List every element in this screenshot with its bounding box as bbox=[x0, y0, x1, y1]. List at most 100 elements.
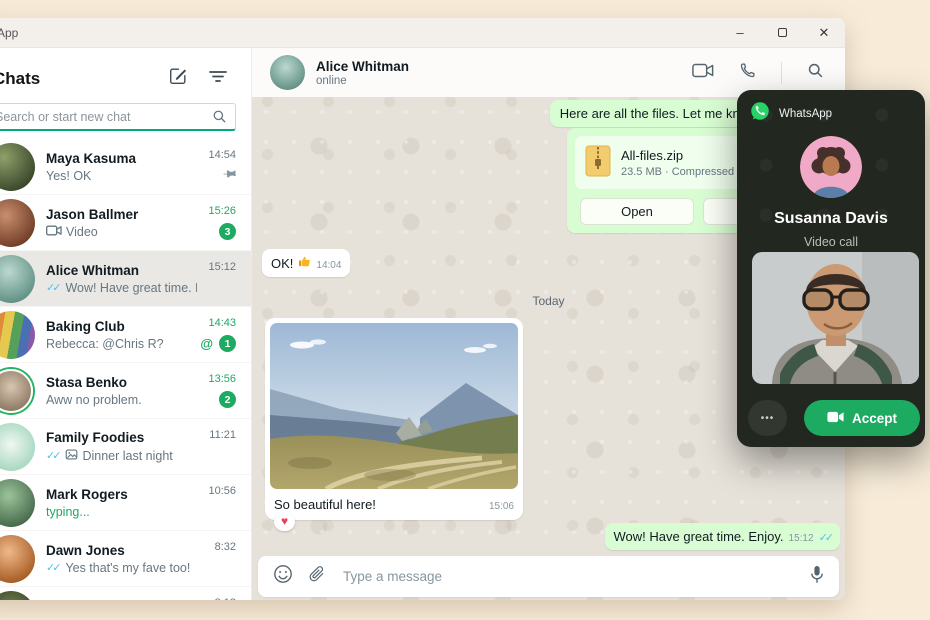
chat-name: Family Foodies bbox=[46, 429, 145, 445]
typing-indicator: typing... bbox=[46, 504, 90, 519]
chat-list-item-maya-kasuma[interactable]: Maya Kasuma Yes! OK 14:54 bbox=[0, 139, 251, 195]
chat-preview: Dinner last night bbox=[82, 448, 173, 463]
read-receipt-icon: ✓✓ bbox=[46, 562, 62, 574]
chat-list-sidebar: Chats Maya Kasuma Yes! OK bbox=[0, 48, 252, 600]
chat-preview: Wow! Have great time. Enjoy. bbox=[65, 280, 197, 295]
avatar bbox=[0, 254, 35, 303]
video-call-icon[interactable] bbox=[692, 63, 714, 83]
chat-name: Dawn Jones bbox=[46, 542, 125, 558]
unread-badge: 3 bbox=[219, 223, 236, 240]
message-composer bbox=[258, 556, 839, 597]
whatsapp-window: WhatsApp – ✕ Chats bbox=[0, 18, 845, 600]
voice-call-icon[interactable] bbox=[739, 62, 756, 84]
call-more-options-button[interactable]: ••• bbox=[748, 400, 787, 436]
close-button[interactable]: ✕ bbox=[803, 18, 845, 47]
avatar-with-status-ring bbox=[0, 368, 33, 413]
chat-name: Jason Ballmer bbox=[46, 206, 139, 222]
accept-call-button[interactable]: Accept bbox=[804, 400, 920, 436]
message-time: 15:12 bbox=[788, 533, 814, 544]
window-controls: – ✕ bbox=[719, 18, 845, 47]
chat-time: 14:54 bbox=[208, 149, 236, 161]
video-preview-icon bbox=[46, 225, 62, 239]
chat-preview: Yes! OK bbox=[46, 168, 92, 183]
chat-time: 14:43 bbox=[208, 317, 236, 329]
popup-app-name: WhatsApp bbox=[779, 107, 833, 120]
pin-icon bbox=[221, 165, 240, 184]
emoji-icon[interactable] bbox=[273, 564, 293, 589]
avatar bbox=[0, 478, 35, 527]
read-receipt-icon: ✓✓ bbox=[818, 532, 835, 544]
attach-icon[interactable] bbox=[308, 565, 326, 588]
mention-icon: @ bbox=[200, 335, 213, 351]
caller-avatar bbox=[800, 136, 862, 198]
contact-status: online bbox=[316, 74, 347, 87]
chat-name: Mark Rogers bbox=[46, 486, 128, 502]
search-icon bbox=[212, 109, 227, 129]
chat-time: 11:21 bbox=[209, 429, 236, 441]
read-receipt-icon: ✓✓ bbox=[46, 282, 62, 294]
minimize-icon: – bbox=[736, 25, 744, 40]
chat-name: Maya Kasuma bbox=[46, 150, 137, 166]
search-bar bbox=[0, 103, 236, 131]
contact-avatar bbox=[270, 55, 305, 90]
filter-chats-icon[interactable] bbox=[209, 68, 227, 89]
heart-reaction[interactable]: ♥ bbox=[274, 512, 296, 531]
whatsapp-logo-icon bbox=[750, 101, 770, 126]
chat-time: 15:26 bbox=[208, 205, 236, 217]
caller-name: Susanna Davis bbox=[774, 210, 888, 227]
unread-badge: 2 bbox=[219, 391, 236, 408]
message-incoming-ok: OK! 14:04 bbox=[262, 249, 351, 277]
thumbs-up-emoji bbox=[298, 255, 311, 271]
chat-list-item-jason-ballmer[interactable]: Jason Ballmer Video 15:26 3 bbox=[0, 195, 251, 251]
self-video-preview bbox=[752, 252, 919, 384]
chat-list-item-ziggy-woodley[interactable]: Ziggy Woodley 8:13 bbox=[0, 587, 251, 600]
chats-title: Chats bbox=[0, 68, 41, 88]
chat-list-item-alice-whitman[interactable]: Alice Whitman ✓✓ Wow! Have great time. E… bbox=[0, 251, 251, 307]
accept-label: Accept bbox=[851, 410, 897, 426]
maximize-icon bbox=[777, 28, 787, 37]
chat-list-item-baking-club[interactable]: Baking Club Rebecca: @Chris R? 14:43 @ 1 bbox=[0, 307, 251, 363]
message-input[interactable] bbox=[341, 568, 795, 585]
chat-list-item-dawn-jones[interactable]: Dawn Jones ✓✓ Yes that's my fave too! 8:… bbox=[0, 531, 251, 587]
chat-time: 13:56 bbox=[208, 373, 236, 385]
avatar bbox=[0, 590, 35, 600]
titlebar: WhatsApp – ✕ bbox=[0, 18, 845, 48]
video-camera-icon bbox=[827, 411, 844, 426]
chat-preview: Aww no problem. bbox=[46, 392, 142, 407]
open-file-button[interactable]: Open bbox=[580, 198, 694, 225]
chat-list: Maya Kasuma Yes! OK 14:54 Jason Ballmer bbox=[0, 139, 251, 600]
contact-name: Alice Whitman bbox=[316, 58, 410, 74]
mic-icon[interactable] bbox=[810, 565, 824, 589]
header-divider bbox=[781, 61, 782, 84]
maximize-button[interactable] bbox=[761, 18, 803, 47]
new-chat-icon[interactable] bbox=[168, 66, 188, 91]
close-icon: ✕ bbox=[818, 24, 830, 40]
chat-list-item-stasa-benko[interactable]: Stasa Benko Aww no problem. 13:56 2 bbox=[0, 363, 251, 419]
chat-time: 15:12 bbox=[208, 261, 236, 273]
avatar bbox=[0, 142, 35, 191]
message-time: 15:06 bbox=[488, 501, 514, 512]
message-time: 14:04 bbox=[316, 260, 342, 271]
zip-file-icon bbox=[585, 145, 611, 180]
minimize-button[interactable]: – bbox=[719, 18, 761, 47]
avatar bbox=[0, 310, 35, 359]
chat-time: 8:32 bbox=[214, 541, 236, 553]
call-type-label: Video call bbox=[804, 235, 858, 249]
photo-thumbnail[interactable] bbox=[270, 323, 518, 489]
avatar bbox=[0, 534, 35, 583]
more-options-icon: ••• bbox=[760, 412, 775, 424]
message-text: Wow! Have great time. Enjoy. bbox=[613, 529, 784, 544]
search-input[interactable] bbox=[0, 103, 236, 131]
chat-preview: Yes that's my fave too! bbox=[65, 560, 191, 575]
photo-caption: So beautiful here! bbox=[274, 497, 376, 512]
chat-list-item-family-foodies[interactable]: Family Foodies ✓✓ Dinner last night 11:2… bbox=[0, 419, 251, 475]
chat-time: 8:13 bbox=[215, 597, 236, 600]
chat-time: 10:56 bbox=[208, 485, 236, 497]
message-incoming-photo: So beautiful here! 15:06 ♥ bbox=[265, 318, 523, 531]
chat-list-item-mark-rogers[interactable]: Mark Rogers typing... 10:56 bbox=[0, 475, 251, 531]
search-in-chat-icon[interactable] bbox=[807, 62, 824, 84]
read-receipt-icon: ✓✓ bbox=[46, 450, 62, 462]
window-title: WhatsApp bbox=[0, 25, 19, 40]
chat-name: Baking Club bbox=[46, 318, 125, 334]
chat-name: Alice Whitman bbox=[46, 262, 140, 278]
